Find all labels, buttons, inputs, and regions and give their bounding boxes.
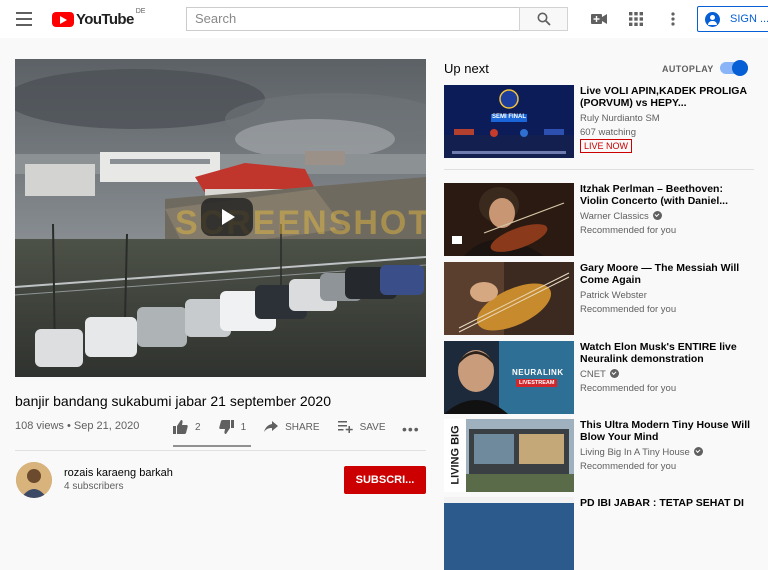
youtube-logo[interactable]: YouTube DE: [52, 8, 146, 28]
video-title: Watch Elon Musk's ENTIRE live Neuralink …: [580, 341, 737, 365]
sentiment-bar: [173, 445, 251, 447]
share-button[interactable]: SHARE: [264, 421, 320, 433]
thumbnail-text: LIVING BIG: [449, 425, 462, 485]
thumbs-down-icon: [218, 420, 234, 434]
autoplay-label: AUTOPLAY: [662, 64, 714, 74]
thumbnail-badge: LIVESTREAM: [516, 379, 558, 387]
share-icon: [264, 421, 279, 432]
search-input[interactable]: Search: [186, 7, 520, 31]
create-video-icon[interactable]: [590, 10, 608, 28]
subscribe-button[interactable]: SUBSCRI...: [344, 466, 426, 494]
channel-name-row: Warner Classics: [580, 211, 662, 222]
section-divider: [444, 169, 754, 170]
sign-in-button[interactable]: SIGN ...: [697, 6, 768, 32]
recommended-label: Recommended for you: [580, 461, 677, 472]
save-label: SAVE: [359, 421, 386, 433]
verified-icon: [609, 369, 619, 378]
settings-more-icon[interactable]: [664, 10, 682, 28]
channel-name: CNET: [580, 369, 606, 380]
masthead: YouTube DE Search SIGN ...: [0, 0, 768, 38]
video-thumbnail: [444, 262, 574, 335]
video-thumbnail: NEURALINK LIVESTREAM: [444, 341, 574, 414]
video-actions: 2 1 SHARE SAVE: [173, 420, 404, 434]
recommended-video[interactable]: NEURALINK LIVESTREAM Watch Elon Musk's E…: [444, 341, 754, 414]
video-thumbnail: [444, 183, 574, 256]
sign-in-label: SIGN ...: [730, 13, 768, 25]
save-button[interactable]: SAVE: [337, 421, 386, 433]
verified-icon: [652, 211, 662, 220]
apps-grid-icon[interactable]: [627, 10, 645, 28]
video-title: banjir bandang sukabumi jabar 21 septemb…: [15, 393, 331, 409]
video-thumbnail: LIVING BIG: [444, 419, 574, 492]
recommended-video[interactable]: SEMI FINAL Live VOLI APIN,KADEK PROLIGA …: [444, 85, 754, 158]
video-meta: 108 views • Sep 21, 2020: [15, 420, 140, 432]
recommended-video[interactable]: Itzhak Perlman – Beethoven: Violin Conce…: [444, 183, 754, 256]
video-title: Gary Moore — The Messiah Will Come Again: [580, 262, 740, 286]
video-thumbnail: [444, 497, 574, 570]
recommended-video[interactable]: PD IBI JABAR : TETAP SEHAT DI: [444, 497, 754, 570]
country-code: DE: [135, 8, 146, 15]
search-icon: [537, 12, 551, 26]
channel-name-row: Living Big In A Tiny House: [580, 447, 703, 458]
channel-name: Living Big In A Tiny House: [580, 447, 690, 458]
channel-name: Patrick Webster: [580, 290, 647, 301]
recommended-label: Recommended for you: [580, 304, 677, 315]
channel-name-row: CNET: [580, 369, 619, 380]
like-count: 2: [195, 421, 201, 433]
play-button-icon[interactable]: [201, 198, 253, 236]
channel-name: Ruly Nurdianto SM: [580, 113, 660, 124]
verified-icon: [693, 447, 703, 456]
live-now-badge: LIVE NOW: [580, 139, 633, 153]
video-title: Itzhak Perlman – Beethoven: Violin Conce…: [580, 183, 728, 207]
channel-name: Warner Classics: [580, 211, 649, 222]
playlist-add-icon: [337, 421, 353, 433]
dislike-count: 1: [240, 421, 247, 433]
search-button[interactable]: [519, 7, 568, 31]
video-title: Live VOLI APIN,KADEK PROLIGA (PORVUM) vs…: [580, 85, 747, 109]
user-avatar-icon: [705, 11, 720, 27]
autoplay-toggle[interactable]: [720, 60, 748, 76]
logo-text: YouTube: [76, 10, 134, 28]
channel-name[interactable]: rozais karaeng barkah: [64, 467, 173, 479]
more-actions-button[interactable]: •••: [402, 421, 420, 437]
dislike-button[interactable]: 1: [218, 420, 247, 434]
video-title: PD IBI JABAR : TETAP SEHAT DI: [580, 497, 744, 509]
like-button[interactable]: 2: [173, 420, 201, 434]
video-thumbnail: SEMI FINAL: [444, 85, 574, 158]
share-label: SHARE: [285, 421, 320, 433]
youtube-play-icon: [52, 11, 74, 27]
video-player[interactable]: SCREENSHOT: [15, 59, 426, 377]
thumbnail-text: NEURALINK: [512, 368, 564, 377]
thumbs-up-icon: [173, 420, 188, 434]
channel-avatar[interactable]: [16, 462, 52, 498]
recommended-label: Recommended for you: [580, 383, 677, 394]
menu-icon[interactable]: [16, 12, 32, 26]
toggle-knob: [732, 60, 748, 76]
viewer-count: 607 watching: [580, 127, 636, 138]
thumbnail-text: SEMI FINAL: [492, 114, 526, 120]
divider: [15, 450, 426, 451]
recommended-video[interactable]: Gary Moore — The Messiah Will Come Again…: [444, 262, 754, 335]
recommended-label: Recommended for you: [580, 225, 677, 236]
subscriber-count: 4 subscribers: [64, 481, 124, 492]
recommended-video[interactable]: LIVING BIG This Ultra Modern Tiny House …: [444, 419, 754, 492]
up-next-heading: Up next: [444, 61, 489, 76]
video-title: This Ultra Modern Tiny House Will Blow Y…: [580, 419, 751, 443]
